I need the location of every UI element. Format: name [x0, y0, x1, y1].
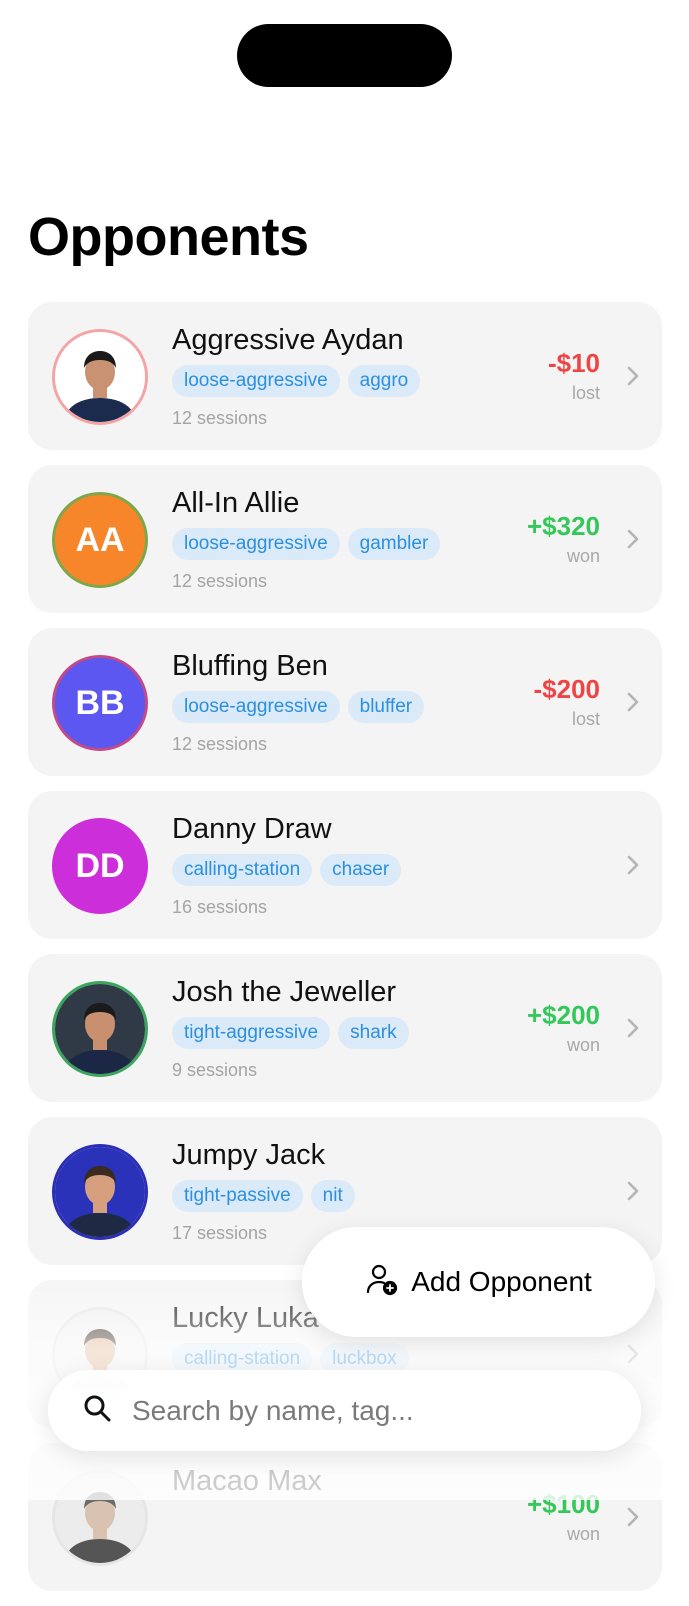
search-input[interactable]: [130, 1393, 594, 1428]
chevron-right-icon: [626, 1180, 640, 1202]
avatar: [52, 1144, 148, 1240]
net-amount: -$10: [547, 348, 600, 378]
avatar: DD: [52, 818, 148, 914]
tag-chip: gambler: [347, 528, 441, 560]
tag-chip: calling-station: [172, 854, 313, 886]
opponent-card[interactable]: Macao Max +$100 won: [28, 1443, 662, 1591]
avatar: BB: [52, 655, 148, 751]
add-person-icon: [365, 1262, 399, 1303]
chevron-right-icon: [626, 854, 640, 876]
opponent-card[interactable]: BB Bluffing Ben loose-aggressive bluffer 12 …: [28, 628, 662, 776]
opponent-name: Danny Draw: [172, 813, 332, 845]
add-opponent-button[interactable]: Add Opponent: [302, 1227, 655, 1337]
tag-list: loose-aggressive aggro: [172, 365, 421, 397]
net-amount: -$200: [533, 674, 601, 704]
tag-chip: nit: [310, 1180, 355, 1212]
opponent-card[interactable]: Aggressive Aydan loose-aggressive aggro 12 …: [28, 302, 662, 450]
chevron-right-icon: [626, 1506, 640, 1528]
tag-chip: tight-aggressive: [172, 1017, 331, 1049]
chevron-right-icon: [626, 1343, 640, 1365]
tag-chip: tight-passive: [172, 1180, 303, 1212]
dynamic-island: [237, 24, 452, 87]
avatar: AA: [52, 492, 148, 588]
opponent-name: Jumpy Jack: [172, 1139, 326, 1171]
chevron-right-icon: [626, 365, 640, 387]
tag-chip: aggro: [347, 365, 421, 397]
opponent-name: Josh the Jeweller: [172, 976, 397, 1008]
net-amount: +$200: [526, 1000, 600, 1030]
session-count: 17 sessions: [172, 1223, 268, 1243]
session-count: 16 sessions: [172, 897, 268, 917]
search-bar[interactable]: [48, 1370, 641, 1451]
opponent-name: Bluffing Ben: [172, 650, 328, 682]
tag-chip: loose-aggressive: [172, 691, 340, 723]
result-label: won: [566, 1035, 600, 1055]
session-count: 9 sessions: [172, 1060, 258, 1080]
net-amount: +$320: [526, 511, 600, 541]
avatar: [52, 1470, 148, 1566]
opponent-card[interactable]: DD Danny Draw calling-station chaser 16 sess…: [28, 791, 662, 939]
tag-chip: bluffer: [347, 691, 425, 723]
tag-chip: chaser: [320, 854, 402, 886]
session-count: 12 sessions: [172, 408, 268, 428]
avatar: [52, 981, 148, 1077]
result-label: lost: [571, 383, 600, 403]
result-label: won: [566, 546, 600, 566]
opponent-card[interactable]: AA All-In Allie loose-aggressive gambler 12 …: [28, 465, 662, 613]
page-title: Opponents: [28, 207, 309, 267]
opponent-name: Macao Max: [172, 1465, 322, 1497]
add-opponent-label: Add Opponent: [411, 1266, 592, 1297]
opponent-card[interactable]: Josh the Jeweller tight-aggressive shark 9 …: [28, 954, 662, 1102]
result-label: won: [566, 1524, 600, 1544]
opponent-name: Aggressive Aydan: [172, 324, 404, 356]
session-count: 12 sessions: [172, 571, 268, 591]
tag-list: tight-aggressive shark: [172, 1017, 409, 1049]
tag-list: tight-passive nit: [172, 1180, 355, 1212]
session-count: 12 sessions: [172, 734, 268, 754]
chevron-right-icon: [626, 1017, 640, 1039]
tag-chip: shark: [338, 1017, 409, 1049]
tag-list: loose-aggressive bluffer: [172, 691, 425, 723]
tag-list: loose-aggressive gambler: [172, 528, 441, 560]
opponent-name: All-In Allie: [172, 487, 300, 519]
tag-chip: loose-aggressive: [172, 528, 340, 560]
chevron-right-icon: [626, 691, 640, 713]
tag-chip: loose-aggressive: [172, 365, 340, 397]
result-label: lost: [571, 709, 600, 729]
opponent-name: Lucky Luka: [172, 1302, 319, 1334]
search-icon: [48, 1393, 112, 1428]
tag-list: calling-station chaser: [172, 854, 402, 886]
net-amount: +$100: [526, 1489, 600, 1519]
avatar: [52, 329, 148, 425]
chevron-right-icon: [626, 528, 640, 550]
